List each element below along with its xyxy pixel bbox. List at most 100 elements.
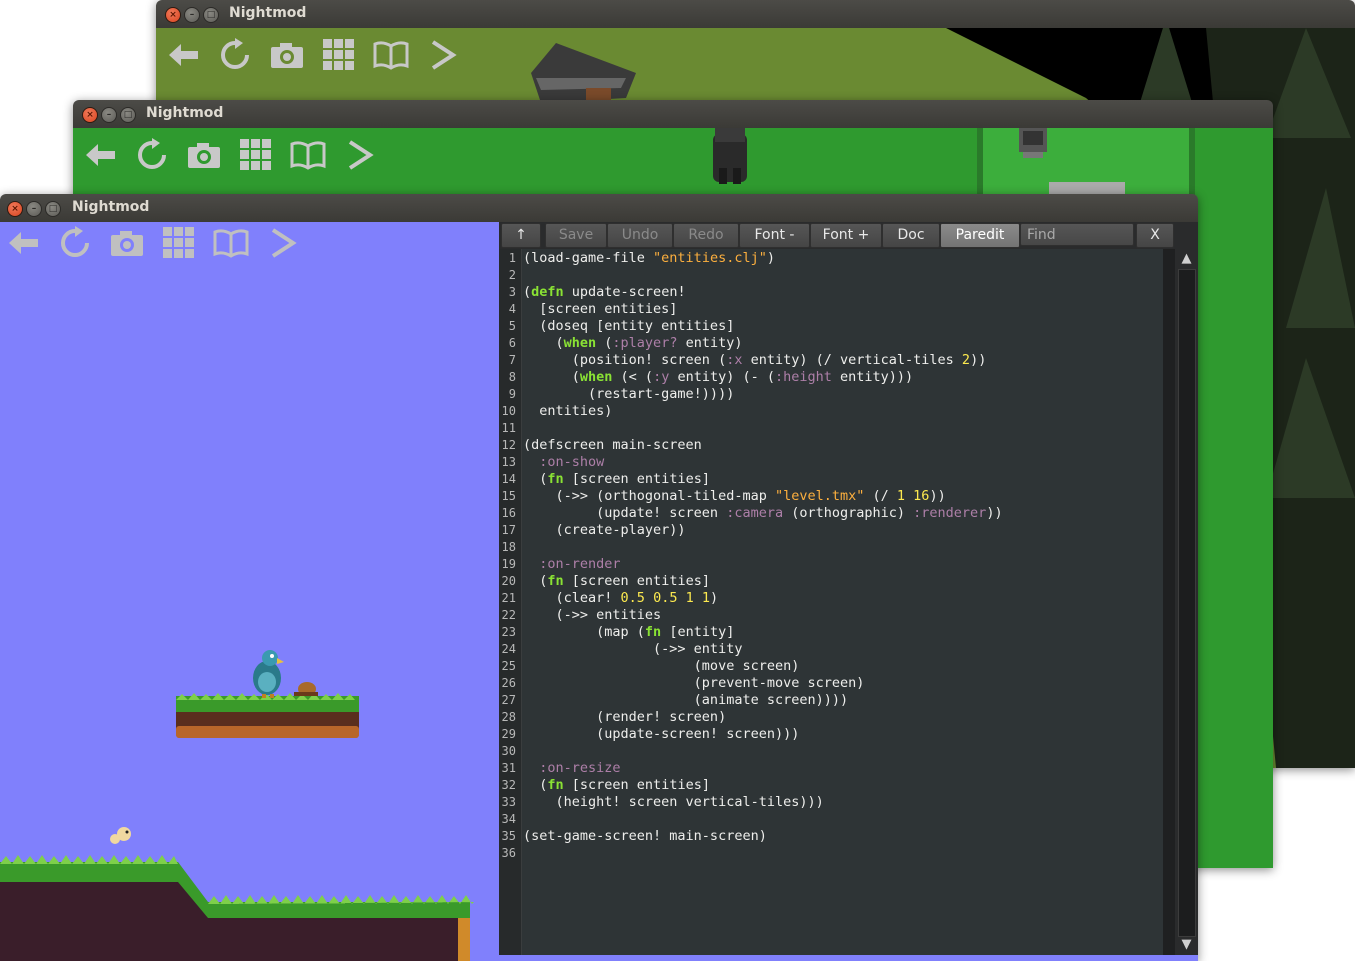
- tv-icon: [1019, 128, 1047, 158]
- line-number: 29: [501, 727, 516, 741]
- maximize-button[interactable]: □: [120, 107, 136, 123]
- reload-icon[interactable]: [133, 138, 171, 172]
- code-token: when: [563, 335, 597, 351]
- game-toolbar: [164, 38, 462, 72]
- font-increase-button[interactable]: Font +: [810, 223, 882, 248]
- line-number: 24: [501, 642, 516, 656]
- line-number: 30: [501, 744, 516, 758]
- code-line: (map (fn [entity]: [523, 624, 734, 640]
- code-line: (fn [screen entities]: [523, 471, 710, 487]
- back-arrow-icon[interactable]: [81, 138, 119, 172]
- code-token: when: [579, 369, 613, 385]
- code-token: :y: [653, 369, 670, 385]
- redo-button[interactable]: Redo: [673, 223, 739, 248]
- code-line: (render! screen): [523, 709, 726, 725]
- chevron-right-icon[interactable]: [341, 138, 379, 172]
- chevron-right-icon[interactable]: [424, 38, 462, 72]
- book-icon[interactable]: [212, 226, 250, 260]
- line-number: 23: [501, 625, 516, 639]
- code-token: (: [596, 335, 613, 351]
- code-token: entity) (- (: [669, 369, 775, 385]
- character-icon: [713, 128, 747, 184]
- doc-button[interactable]: Doc: [882, 223, 940, 248]
- titlebar[interactable]: × – □ Nightmod: [0, 194, 1198, 223]
- scroll-down-arrow-icon[interactable]: ▼: [1175, 935, 1198, 955]
- code-line: (update! screen :camera (orthographic) :…: [523, 505, 1002, 521]
- code-line: (clear! 0.5 0.5 1 1): [523, 590, 719, 606]
- book-icon[interactable]: [289, 138, 327, 172]
- scroll-up-button[interactable]: ↑: [501, 223, 541, 248]
- line-number: 2: [508, 268, 516, 282]
- line-number: 31: [501, 761, 516, 775]
- line-number: 5: [508, 319, 516, 333]
- scroll-track[interactable]: [1178, 269, 1196, 937]
- maximize-button[interactable]: □: [203, 7, 219, 23]
- close-button[interactable]: ×: [7, 201, 23, 217]
- line-number: 36: [501, 846, 516, 860]
- camera-icon[interactable]: [185, 138, 223, 172]
- line-number: 8: [508, 370, 516, 384]
- grid-icon[interactable]: [237, 138, 275, 172]
- line-number: 4: [508, 302, 516, 316]
- code-token: (defscreen main-screen: [523, 437, 702, 453]
- code-token: (load-game-file: [523, 250, 654, 266]
- back-arrow-icon[interactable]: [164, 38, 202, 72]
- code-token: (->> (orthogonal-tiled-map: [523, 488, 775, 504]
- grid-icon[interactable]: [320, 38, 358, 72]
- paredit-button[interactable]: Paredit: [940, 223, 1020, 248]
- code-token: (position! screen (: [523, 352, 727, 368]
- reload-icon[interactable]: [56, 226, 94, 260]
- camera-icon[interactable]: [268, 38, 306, 72]
- code-line: (->> entity: [523, 641, 742, 657]
- minimize-button[interactable]: –: [101, 107, 117, 123]
- code-token: (: [523, 777, 548, 793]
- code-token: :camera: [726, 505, 784, 521]
- code-line: (doseq [entity entities]: [523, 318, 734, 334]
- code-token: (clear!: [523, 590, 621, 606]
- save-button[interactable]: Save: [545, 223, 607, 248]
- close-button[interactable]: ×: [165, 7, 181, 23]
- game-toolbar: [4, 226, 302, 260]
- code-token: entities): [523, 403, 613, 419]
- line-number: 18: [501, 540, 516, 554]
- grid-icon[interactable]: [160, 226, 198, 260]
- ground-terrain: [0, 855, 474, 961]
- font-decrease-button[interactable]: Font -: [739, 223, 810, 248]
- line-number: 9: [508, 387, 516, 401]
- window-content: ↑ Save Undo Redo Font - Font + Doc Pared…: [0, 222, 1198, 961]
- find-input[interactable]: Find: [1020, 223, 1134, 246]
- line-number: 33: [501, 795, 516, 809]
- reload-icon[interactable]: [216, 38, 254, 72]
- platformer-scene[interactable]: [0, 222, 499, 961]
- editor-toolbar: ↑ Save Undo Redo Font - Font + Doc Pared…: [499, 222, 1198, 250]
- code-token: "entities.clj": [653, 250, 767, 266]
- code-token: :player?: [612, 335, 678, 351]
- code-token: [screen entities]: [563, 573, 710, 589]
- line-number: 16: [501, 506, 516, 520]
- titlebar[interactable]: × – □ Nightmod: [73, 100, 1273, 129]
- minimize-button[interactable]: –: [26, 201, 42, 217]
- maximize-button[interactable]: □: [45, 201, 61, 217]
- back-arrow-icon[interactable]: [4, 226, 42, 260]
- code-token: (animate screen)))): [523, 692, 849, 708]
- close-editor-button[interactable]: X: [1136, 223, 1174, 248]
- book-icon[interactable]: [372, 38, 410, 72]
- code-token: (height! screen vertical-tiles))): [523, 794, 824, 810]
- vertical-scrollbar[interactable]: ▲ ▼: [1175, 249, 1198, 955]
- minimize-button[interactable]: –: [184, 7, 200, 23]
- camera-icon[interactable]: [108, 226, 146, 260]
- line-number: 19: [501, 557, 516, 571]
- code-line: (create-player)): [523, 522, 686, 538]
- line-number: 13: [501, 455, 516, 469]
- undo-button[interactable]: Undo: [607, 223, 673, 248]
- code-token: 2: [961, 352, 971, 368]
- code-text-area[interactable]: (load-game-file "entities.clj") (defn upd…: [522, 249, 1163, 955]
- close-button[interactable]: ×: [82, 107, 98, 123]
- code-line: :on-resize: [523, 760, 620, 776]
- scroll-up-arrow-icon[interactable]: ▲: [1175, 249, 1198, 269]
- titlebar[interactable]: × – □ Nightmod: [156, 0, 1355, 29]
- chevron-right-icon[interactable]: [264, 226, 302, 260]
- line-number: 1: [508, 251, 516, 265]
